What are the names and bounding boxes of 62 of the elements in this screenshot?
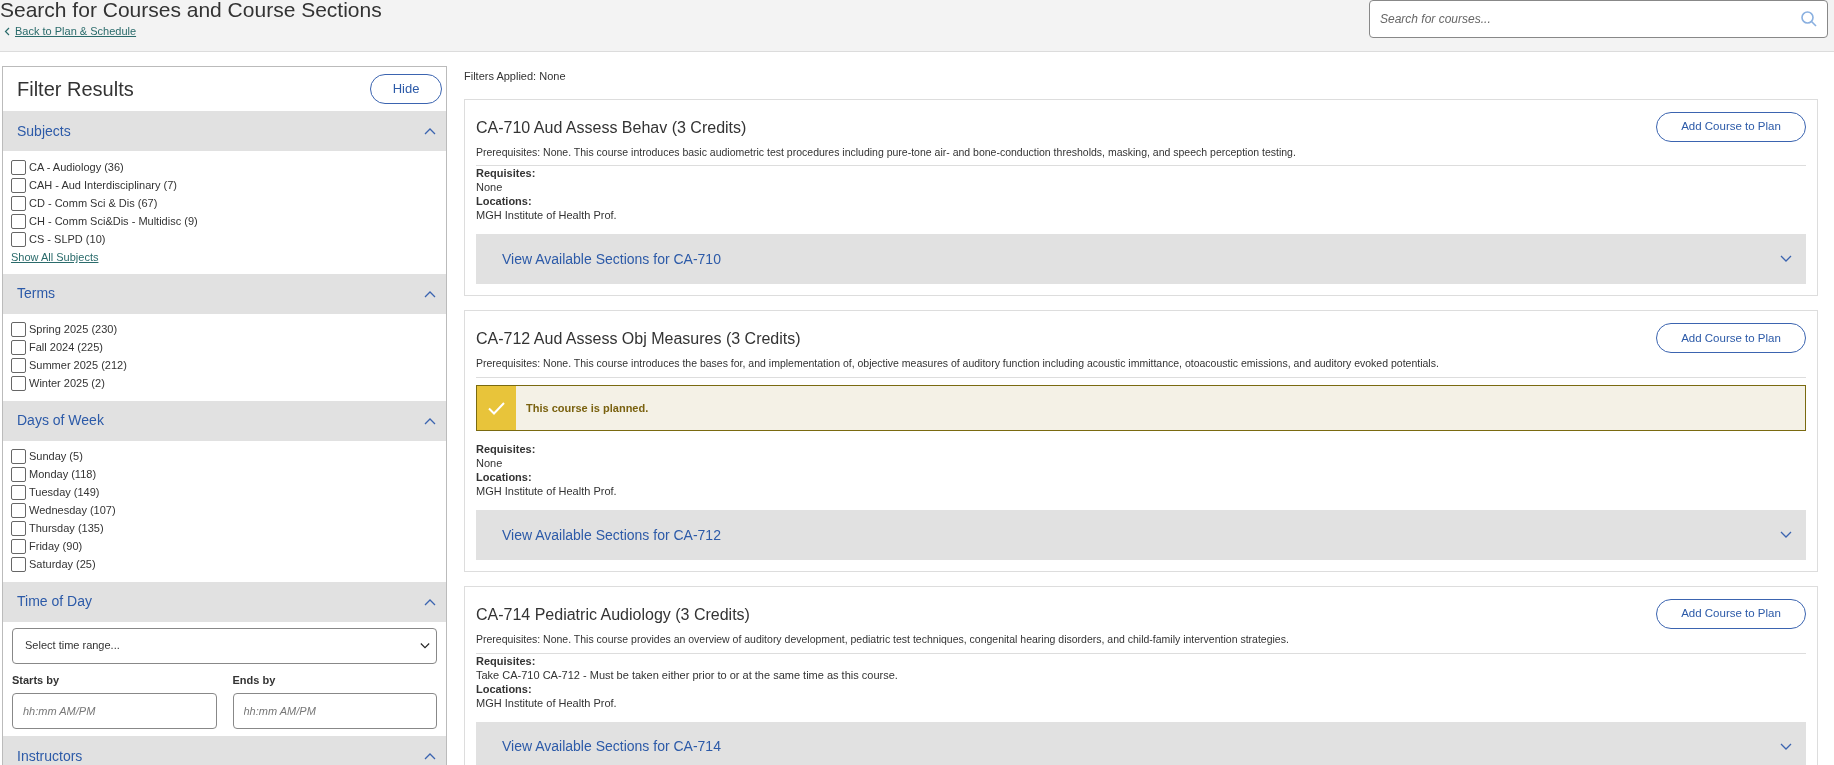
view-sections-bar[interactable]: View Available Sections for CA-710 [476, 234, 1806, 285]
planned-notice: This course is planned. [476, 385, 1806, 431]
hide-button[interactable]: Hide [370, 74, 442, 104]
checkbox-option[interactable]: Tuesday (149) [11, 483, 438, 502]
dropdown-icon [420, 641, 430, 650]
locations-text: MGH Institute of Health Prof. [476, 208, 618, 223]
filters-applied-text: Filters Applied: None [464, 69, 567, 84]
checkbox-option[interactable]: Summer 2025 (212) [11, 356, 438, 375]
field-label: Starts by [12, 672, 61, 688]
time-input-field[interactable]: hh:mm AM/PM [232, 693, 437, 729]
checkbox-option[interactable]: Wednesday (107) [11, 501, 438, 520]
checkbox-option[interactable]: Sunday (5) [11, 447, 438, 466]
filter-group-header[interactable]: Days of Week [3, 400, 446, 441]
add-course-button[interactable]: Add Course to Plan [1656, 599, 1806, 629]
page-title: Search for Courses and Course Sections [0, 0, 382, 22]
filter-group-header[interactable]: Instructors [3, 736, 446, 765]
back-link[interactable]: Back to Plan & Schedule [4, 23, 137, 40]
time-range-select[interactable]: Select time range... [12, 627, 437, 664]
requisites-text: None [476, 180, 504, 195]
requisites-label: Requisites: [476, 442, 537, 456]
course-title: CA-714 Pediatric Audiology (3 Credits) [476, 605, 751, 625]
requisites-text: None [476, 456, 504, 470]
view-sections-bar[interactable]: View Available Sections for CA-714 [476, 721, 1806, 765]
checkbox-option[interactable]: Spring 2025 (230) [11, 320, 438, 339]
locations-label: Locations: [476, 681, 533, 696]
requisites-text: Take CA-710 CA-712 - Must be taken either prior to or at the same time as this course. [476, 667, 899, 682]
checkbox-option[interactable]: Thursday (135) [11, 519, 438, 538]
course-description: Prerequisites: None. This course introduces basic audiometric test procedures including pure-tone air- and bone-conduction thresholds, masking, and speech perception testing. [476, 144, 1296, 160]
checkbox-option[interactable]: Winter 2025 (2) [11, 374, 438, 393]
course-title: CA-710 Aud Assess Behav (3 Credits) [476, 117, 748, 138]
search-field[interactable]: Search for courses... [1369, 0, 1828, 38]
locations-label: Locations: [476, 194, 533, 209]
checkbox-option[interactable]: Saturday (25) [11, 555, 438, 574]
time-input-field[interactable]: hh:mm AM/PM [12, 693, 217, 729]
checkbox-option[interactable]: Friday (90) [11, 537, 438, 556]
checkbox-option[interactable]: CAH - Aud Interdisciplinary (7) [11, 176, 438, 194]
view-sections-bar[interactable]: View Available Sections for CA-712 [476, 510, 1806, 560]
locations-text: MGH Institute of Health Prof. [476, 484, 618, 498]
checkbox-option[interactable]: Monday (118) [11, 465, 438, 484]
course-description: Prerequisites: None. This course introduces the bases for, and implementation of, objective measures of auditory function including acoustic immittance, otoacoustic emissions, and auditory evoked potentials. [476, 356, 1439, 372]
chevron-left-icon [4, 26, 10, 36]
show-all-link[interactable]: Show All Subjects [11, 249, 99, 266]
add-course-button[interactable]: Add Course to Plan [1656, 111, 1806, 142]
filter-title: Filter Results [17, 77, 134, 102]
checkbox-option[interactable]: CH - Comm Sci&Dis - Multidisc (9) [11, 212, 438, 230]
checkbox-option[interactable]: CA - Audiology (36) [11, 158, 438, 176]
add-course-button[interactable]: Add Course to Plan [1656, 323, 1806, 354]
checkbox-option[interactable]: CS - SLPD (10) [11, 230, 438, 248]
requisites-label: Requisites: [476, 653, 537, 668]
checkbox-option[interactable]: CD - Comm Sci & Dis (67) [11, 194, 438, 212]
filter-group-header[interactable]: Subjects [3, 111, 446, 151]
course-description: Prerequisites: None. This course provides an overview of auditory development, pediatric test techniques, congenital hearing disorders, and child-family intervention strategies. [476, 632, 1289, 647]
course-title: CA-712 Aud Assess Obj Measures (3 Credits) [476, 329, 802, 350]
filter-group-header[interactable]: Time of Day [3, 581, 446, 622]
search-icon [1800, 10, 1818, 28]
requisites-label: Requisites: [476, 166, 537, 181]
checkbox-option[interactable]: Fall 2024 (225) [11, 338, 438, 357]
checkmark-icon [488, 401, 505, 415]
field-label: Ends by [232, 672, 277, 688]
locations-text: MGH Institute of Health Prof. [476, 695, 618, 710]
filter-group-header[interactable]: Terms [3, 273, 446, 314]
locations-label: Locations: [476, 470, 533, 484]
